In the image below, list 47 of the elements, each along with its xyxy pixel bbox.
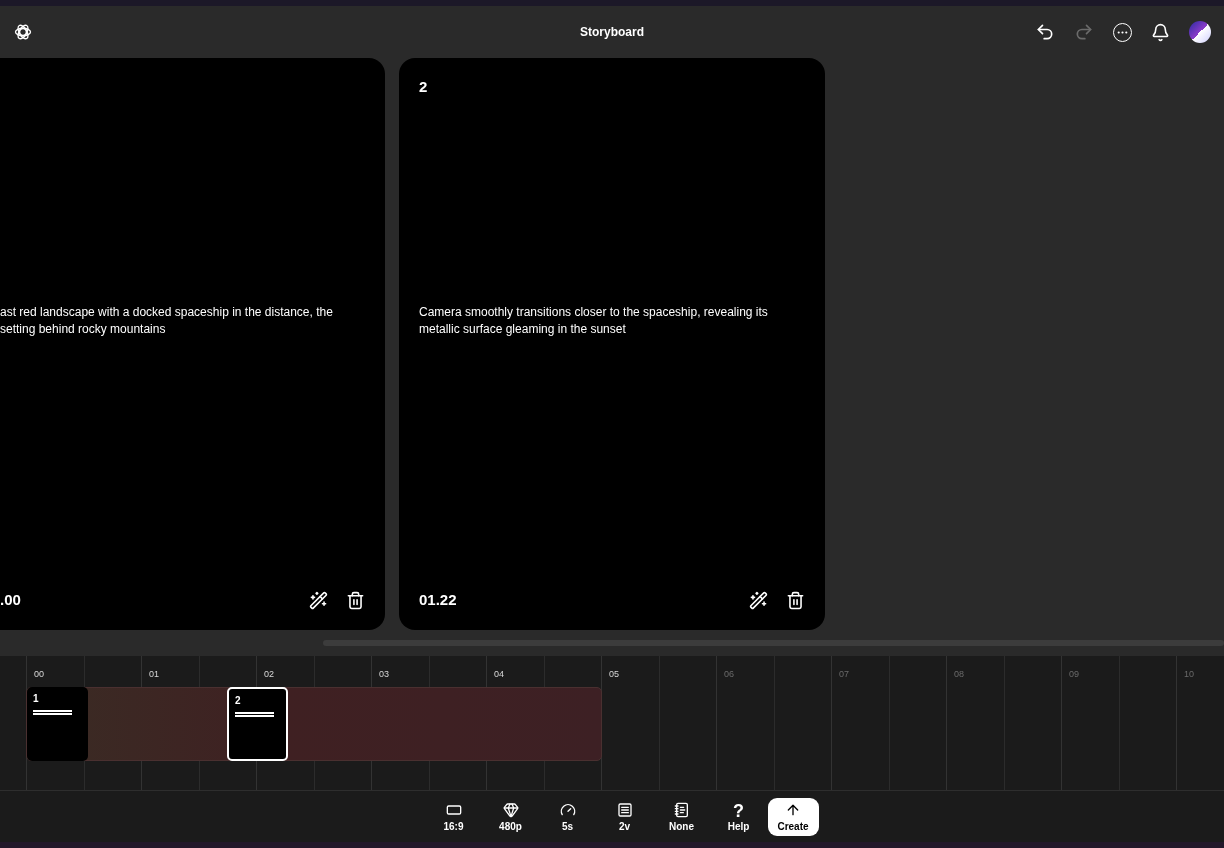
text-lines-icon (235, 712, 274, 717)
toolbar-button[interactable]: 5s (539, 797, 596, 836)
scene-time: 01.22 (419, 589, 457, 610)
scene-time: .00 (0, 589, 21, 610)
scene-description: Camera smoothly transitions closer to the spaceship, revealing its metallic surface gleaming in the sunset (419, 304, 769, 338)
toolbar-button[interactable]: 480p (482, 797, 539, 836)
time-tick: 00 (34, 669, 44, 679)
preset-icon (673, 801, 690, 818)
storyboard-card[interactable]: ast red landscape with a docked spaceship in the distance, the setting behind rocky mountains .00 (0, 58, 385, 630)
magic-edit-icon[interactable] (749, 590, 768, 610)
delete-icon[interactable] (346, 590, 365, 610)
time-tick: 03 (379, 669, 389, 679)
time-tick: 10 (1184, 669, 1194, 679)
redo-icon[interactable] (1074, 22, 1094, 42)
time-tick: 07 (839, 669, 849, 679)
time-tick: 09 (1069, 669, 1079, 679)
time-tick: 05 (609, 669, 619, 679)
logo-icon[interactable] (13, 22, 33, 42)
time-tick: 04 (494, 669, 504, 679)
storyboard-card[interactable]: 2 Camera smoothly transitions closer to the spaceship, revealing its metallic surface gleaming in the sunset 01.22 (399, 58, 825, 630)
variations-icon (616, 801, 633, 818)
help-glyph: ? (733, 801, 744, 821)
clip-number: 2 (235, 694, 242, 708)
user-avatar[interactable] (1189, 21, 1211, 43)
clip-number: 1 (33, 692, 40, 706)
delete-icon[interactable] (786, 590, 805, 610)
toolbar-button[interactable]: 16:9 (425, 797, 482, 836)
page-title: Storyboard (580, 24, 644, 41)
timeline[interactable]: 00 01 02 03 04 05 06 07 08 09 10 1 2 (0, 656, 1224, 790)
toolbar-button[interactable]: 2v (596, 797, 653, 836)
toolbar-button[interactable]: None (653, 797, 710, 836)
clip-thumbnail[interactable]: 1 (27, 687, 88, 761)
create-button[interactable]: Create (767, 797, 819, 836)
time-tick: 08 (954, 669, 964, 679)
scene-description: ast red landscape with a docked spaceship in the distance, the setting behind rocky mountains (0, 304, 334, 338)
quality-icon (502, 801, 519, 818)
text-lines-icon (33, 710, 72, 715)
time-tick: 02 (264, 669, 274, 679)
duration-icon (559, 801, 576, 818)
toolbar-button[interactable]: ? Help (710, 797, 767, 836)
notifications-icon[interactable] (1151, 22, 1170, 42)
undo-icon[interactable] (1035, 22, 1055, 42)
card-number: 2 (419, 78, 428, 95)
time-tick: 01 (149, 669, 159, 679)
clip-thumbnail[interactable]: 2 (227, 687, 288, 761)
magic-edit-icon[interactable] (309, 590, 328, 610)
time-tick: 06 (724, 669, 734, 679)
